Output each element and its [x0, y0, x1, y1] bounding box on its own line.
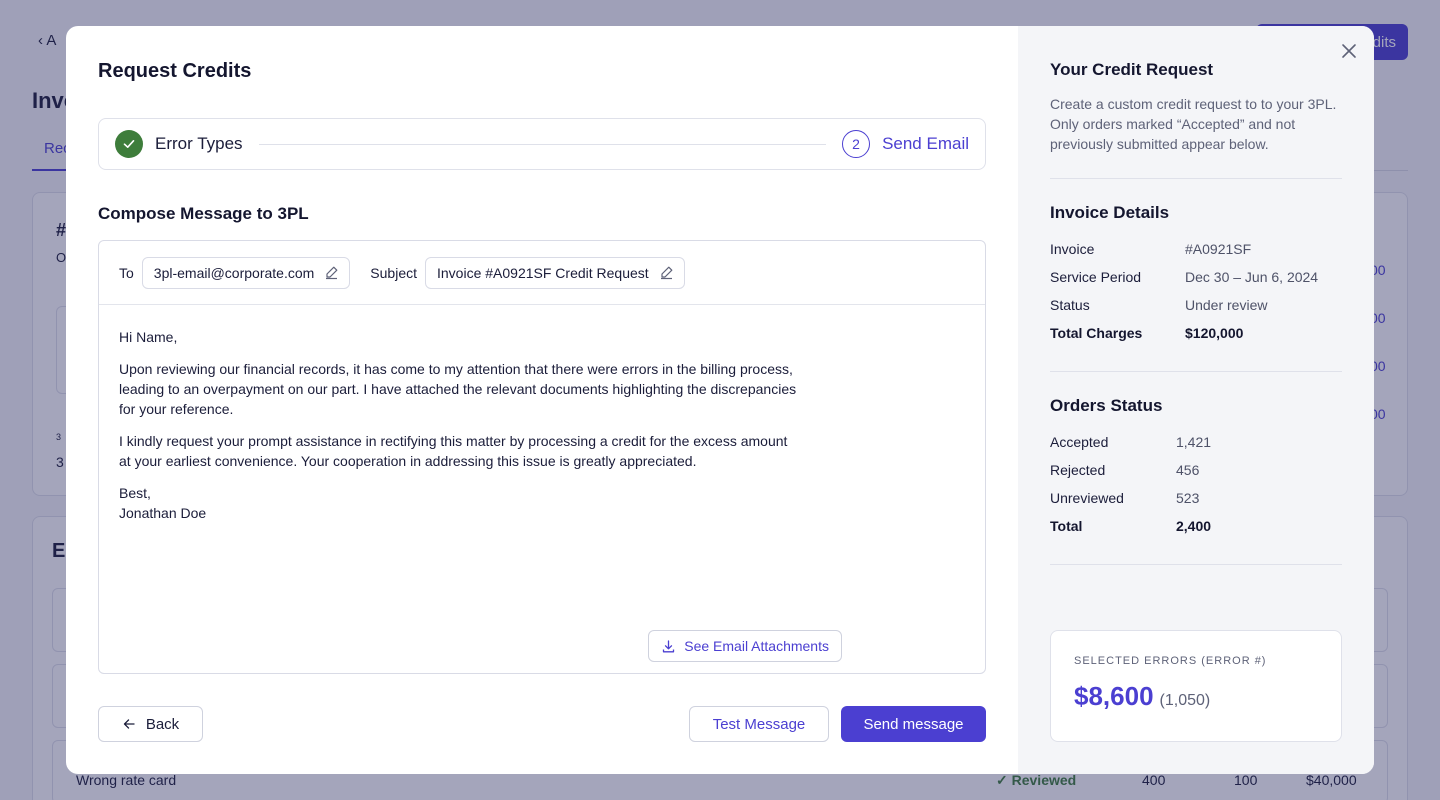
- send-message-button[interactable]: Send message: [841, 706, 986, 742]
- panel-description: Create a custom credit request to to you…: [1050, 96, 1337, 152]
- selected-errors-count: (1,050): [1159, 692, 1211, 709]
- row-value: 523: [1176, 490, 1200, 506]
- step-send-email: Send Email: [882, 134, 969, 153]
- row-label: Accepted: [1050, 434, 1109, 450]
- row-label: Total: [1050, 518, 1083, 534]
- rejected-row: Rejected 456: [1050, 456, 1342, 484]
- row-value: $120,000: [1185, 325, 1244, 341]
- selected-errors-value: $8,600 (1,050): [1074, 681, 1318, 712]
- status-row: Status Under review: [1050, 291, 1342, 319]
- row-value: 2,400: [1176, 518, 1212, 534]
- see-attachments-label: See Email Attachments: [684, 638, 829, 654]
- row-label: Status: [1050, 297, 1090, 313]
- test-message-button[interactable]: Test Message: [689, 706, 829, 742]
- selected-errors-label: SELECTED ERRORS (ERROR #): [1074, 655, 1267, 667]
- step-error-types[interactable]: Error Types: [155, 134, 243, 154]
- message-greeting: Hi Name,: [119, 329, 178, 345]
- edit-icon[interactable]: [324, 265, 339, 280]
- message-paragraph: I kindly request your prompt assistance …: [119, 433, 788, 469]
- selected-errors-amount: $8,600: [1074, 681, 1154, 711]
- invoice-details-heading: Invoice Details: [1050, 203, 1170, 222]
- back-label: Back: [145, 715, 180, 733]
- divider: [1050, 178, 1342, 179]
- row-value: 456: [1176, 462, 1200, 478]
- see-attachments-button[interactable]: See Email Attachments: [648, 630, 842, 662]
- total-row: Total 2,400: [1050, 512, 1342, 540]
- row-value: 1,421: [1176, 434, 1212, 450]
- stepper: Error Types 2 Send Email: [98, 118, 986, 170]
- invoice-row: Invoice #A0921SF: [1050, 235, 1342, 263]
- panel-title: Your Credit Request: [1050, 60, 1214, 79]
- service-period-row: Service Period Dec 30 – Jun 6, 2024: [1050, 263, 1342, 291]
- row-value: #A0921SF: [1185, 241, 1252, 257]
- row-value: Under review: [1185, 297, 1268, 313]
- divider: [1050, 371, 1342, 372]
- arrow-left-icon: [123, 719, 135, 729]
- row-label: Invoice: [1050, 241, 1095, 257]
- unreviewed-row: Unreviewed 523: [1050, 484, 1342, 512]
- accepted-row: Accepted 1,421: [1050, 428, 1342, 456]
- message-body[interactable]: Hi Name, Upon reviewing our financial re…: [99, 305, 819, 523]
- request-credits-modal: Request Credits Error Types 2 Send Email…: [66, 26, 1374, 774]
- close-icon[interactable]: [1338, 40, 1360, 62]
- row-label: Rejected: [1050, 462, 1106, 478]
- compose-header: To 3pl-email@corporate.com Subject Invoi…: [99, 241, 985, 305]
- to-label: To: [119, 264, 134, 281]
- selected-errors-card: SELECTED ERRORS (ERROR #) $8,600 (1,050): [1050, 630, 1342, 742]
- to-value: 3pl-email@corporate.com: [153, 264, 315, 281]
- credit-request-panel: Your Credit Request Create a custom cred…: [1018, 26, 1374, 774]
- row-value: Dec 30 – Jun 6, 2024: [1185, 269, 1319, 285]
- compose-box: To 3pl-email@corporate.com Subject Invoi…: [98, 240, 986, 674]
- subject-label: Subject: [370, 264, 417, 281]
- message-signoff: Best,: [119, 485, 151, 501]
- back-button[interactable]: Back: [98, 706, 203, 742]
- message-paragraph: Upon reviewing our financial records, it…: [119, 361, 797, 417]
- divider: [1050, 564, 1342, 565]
- modal-main: Request Credits Error Types 2 Send Email…: [66, 26, 1018, 774]
- download-icon: [663, 639, 675, 652]
- to-field[interactable]: 3pl-email@corporate.com: [141, 256, 351, 289]
- step-number: 2: [842, 130, 871, 158]
- row-label: Service Period: [1050, 269, 1142, 285]
- row-label: Total Charges: [1050, 325, 1143, 341]
- modal-title: Request Credits: [98, 60, 252, 82]
- edit-icon[interactable]: [659, 265, 674, 280]
- row-label: Unreviewed: [1050, 490, 1124, 506]
- subject-value: Invoice #A0921SF Credit Request: [437, 264, 649, 281]
- compose-title: Compose Message to 3PL: [98, 204, 309, 223]
- total-charges-row: Total Charges $120,000: [1050, 319, 1342, 347]
- subject-field[interactable]: Invoice #A0921SF Credit Request: [425, 256, 685, 289]
- message-signature: Jonathan Doe: [119, 505, 207, 521]
- step-complete-icon: [115, 130, 143, 158]
- orders-status-heading: Orders Status: [1050, 396, 1163, 415]
- step-connector: [258, 143, 827, 145]
